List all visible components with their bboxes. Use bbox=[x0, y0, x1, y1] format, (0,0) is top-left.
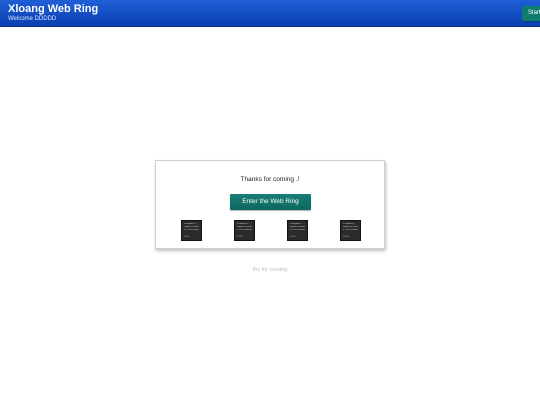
thumbnail-caption: DDDD bbox=[184, 236, 190, 238]
thumbnail-caption: DDDD bbox=[290, 236, 296, 238]
thumbnail-text: a. Ut eu sodales bbox=[290, 228, 305, 231]
thumbnail-text: a. Ut eu sodales bbox=[184, 228, 199, 231]
top-header-bar: Xloang Web Ring Welcome DDDDD Start bbox=[0, 0, 540, 27]
start-button[interactable]: Start bbox=[522, 6, 540, 21]
welcome-text: Welcome DDDDD bbox=[8, 16, 57, 22]
ring-site-thumbnail[interactable]: In aliquet et sagittis at ornare a. Ut e… bbox=[287, 220, 308, 241]
thumbnail-caption: DDDD bbox=[343, 236, 349, 238]
ring-site-thumbnail[interactable]: In aliquet et sagittis at ornare a. Ut e… bbox=[234, 220, 255, 241]
footer-note: thx for coming bbox=[252, 267, 288, 273]
thumbnail-text: a. Ut eu sodales bbox=[343, 228, 358, 231]
enter-web-ring-button[interactable]: Enter the Web Ring bbox=[230, 194, 311, 210]
thumbnail-text: a. Ut eu sodales bbox=[237, 228, 252, 231]
welcome-card: Thanks for coming .! Enter the Web Ring … bbox=[155, 160, 385, 249]
site-title: Xloang Web Ring bbox=[8, 3, 99, 15]
ring-site-thumbnail[interactable]: In aliquet et sagittis at ornare a. Ut e… bbox=[340, 220, 361, 241]
ring-site-thumbnail[interactable]: In aliquet et sagittis at ornare a. Ut e… bbox=[181, 220, 202, 241]
thumbnail-caption: DDDD bbox=[237, 236, 243, 238]
thanks-message: Thanks for coming .! bbox=[240, 176, 300, 183]
